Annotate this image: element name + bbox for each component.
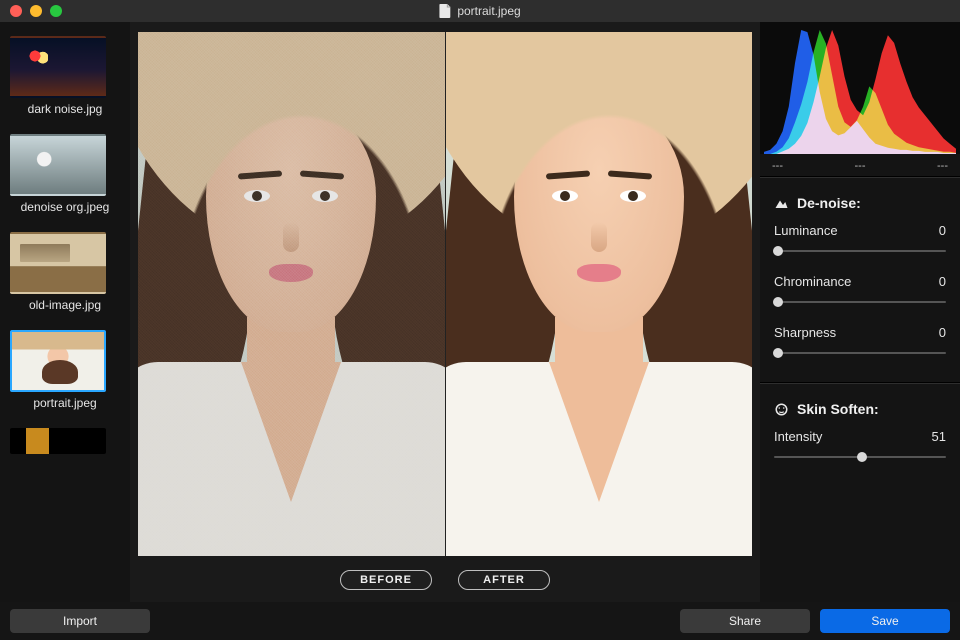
compare-label-row: BEFORE AFTER [130,564,760,602]
thumbnail-label: denoise org.jpeg [10,200,120,214]
thumbnail-image [10,330,106,392]
import-button[interactable]: Import [10,609,150,633]
file-icon [439,4,451,18]
face-icon [774,402,789,417]
param-label: Sharpness [774,325,836,340]
thumbnail[interactable]: dark noise.jpg [10,36,120,116]
param-label: Luminance [774,223,838,238]
param-chrominance: Chrominance 0 [774,274,946,309]
param-sharpness: Sharpness 0 [774,325,946,360]
thumbnail-label: portrait.jpeg [10,396,120,410]
window-title: portrait.jpeg [439,4,520,18]
window-zoom-button[interactable] [50,5,62,17]
titlebar: portrait.jpeg [0,0,960,22]
before-panel [138,32,445,556]
after-button[interactable]: AFTER [458,570,550,590]
save-button[interactable]: Save [820,609,950,633]
thumbnail-image [10,36,106,98]
before-button[interactable]: BEFORE [340,570,432,590]
slider-sharpness[interactable] [774,346,946,360]
window-title-text: portrait.jpeg [457,4,520,18]
traffic-lights [0,5,62,17]
histogram-ticks: --- --- --- [760,154,960,172]
param-label: Chrominance [774,274,851,289]
tick-left: --- [772,160,783,172]
divider [760,176,960,177]
param-intensity: Intensity 51 [774,429,946,464]
tick-right: --- [937,160,948,172]
slider-intensity[interactable] [774,450,946,464]
window-close-button[interactable] [10,5,22,17]
histogram[interactable] [760,22,960,154]
share-button[interactable]: Share [680,609,810,633]
thumbnail[interactable]: old-image.jpg [10,232,120,312]
tick-center: --- [855,160,866,172]
skin-heading: Skin Soften: [774,401,946,417]
slider-chrominance[interactable] [774,295,946,309]
denoise-heading: De-noise: [774,195,946,211]
thumbnail-image [10,428,106,454]
param-label: Intensity [774,429,822,444]
window-minimize-button[interactable] [30,5,42,17]
divider [760,382,960,383]
thumbnail-label: old-image.jpg [10,298,120,312]
canvas-column: BEFORE AFTER [130,22,760,602]
denoise-section: De-noise: Luminance0Chrominance0Sharpnes… [760,181,960,378]
param-luminance: Luminance 0 [774,223,946,258]
thumbnail-sidebar: dark noise.jpg denoise org.jpeg old-image.… [0,22,130,602]
thumbnail[interactable]: portrait.jpeg [10,330,120,410]
param-value: 0 [939,274,946,289]
param-value: 0 [939,223,946,238]
after-panel [445,32,753,556]
param-value: 0 [939,325,946,340]
main-area: dark noise.jpg denoise org.jpeg old-image.… [0,22,960,602]
compare-view[interactable] [138,32,752,556]
thumbnail[interactable]: denoise org.jpeg [10,134,120,214]
thumbnail-label: dark noise.jpg [10,102,120,116]
skin-section: Skin Soften: Intensity 51 [760,387,960,482]
bottom-bar: Import Share Save [0,602,960,640]
thumbnail-image [10,134,106,196]
param-value: 51 [932,429,946,444]
mountain-icon [774,196,789,211]
thumbnail-image [10,232,106,294]
thumbnail[interactable] [10,428,120,454]
controls-panel: --- --- --- De-noise: Luminance0Chromina… [760,22,960,602]
slider-luminance[interactable] [774,244,946,258]
